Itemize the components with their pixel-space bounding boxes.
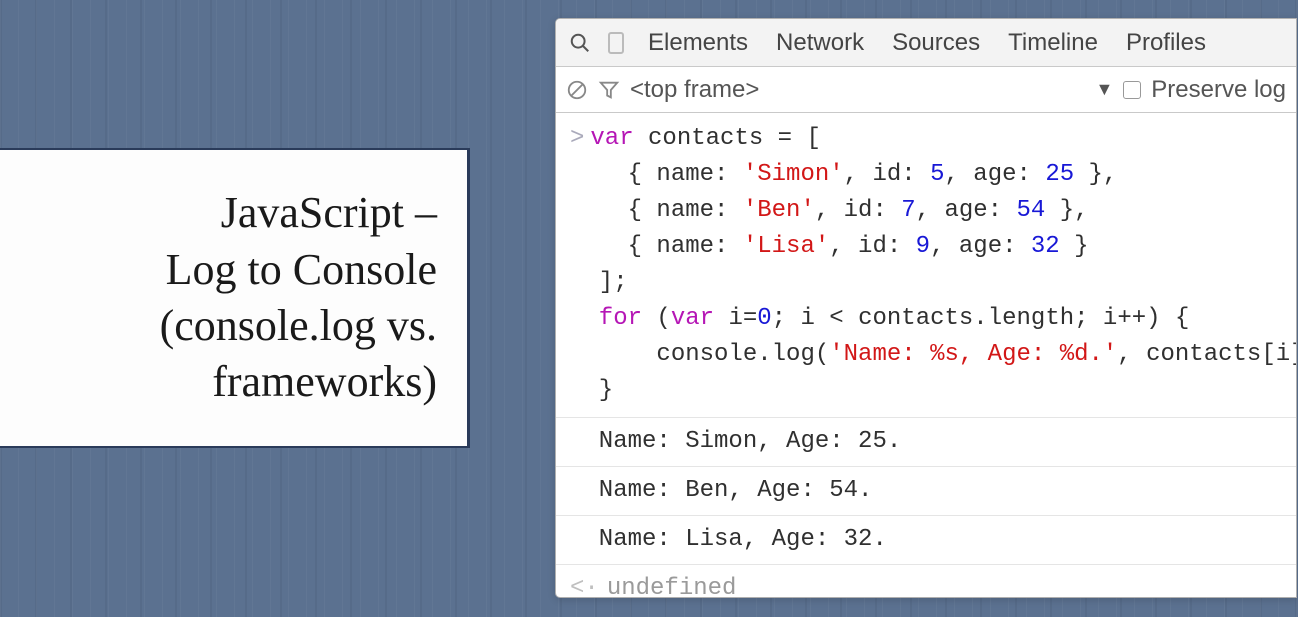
title-line-4: frameworks) — [212, 357, 437, 406]
chevron-down-icon[interactable]: ▼ — [1095, 79, 1113, 100]
console-output-line: Name: Ben, Age: 54. — [556, 467, 1296, 516]
tab-timeline[interactable]: Timeline — [996, 29, 1110, 57]
tab-elements[interactable]: Elements — [636, 29, 760, 57]
devtools-tabbar: Elements Network Sources Timeline Profil… — [556, 19, 1296, 67]
return-value: undefined — [607, 575, 737, 598]
filter-icon[interactable] — [598, 79, 620, 101]
console-filterbar: <top frame> ▼ Preserve log — [556, 67, 1296, 113]
console-body: >var contacts = [ { name: 'Simon', id: 5… — [556, 113, 1296, 598]
tab-profiles[interactable]: Profiles — [1114, 29, 1218, 57]
frame-selector[interactable]: <top frame> — [630, 76, 759, 104]
tab-network[interactable]: Network — [764, 29, 876, 57]
clear-console-icon[interactable] — [566, 79, 588, 101]
preserve-log-checkbox[interactable] — [1123, 81, 1141, 99]
title-line-1: JavaScript – — [221, 188, 437, 237]
return-caret-icon: <· — [570, 575, 599, 598]
title-text: JavaScript – Log to Console (console.log… — [160, 185, 437, 410]
console-output-line: Name: Lisa, Age: 32. — [556, 516, 1296, 565]
tab-sources[interactable]: Sources — [880, 29, 992, 57]
title-line-3: (console.log vs. — [160, 301, 437, 350]
input-caret-icon: > — [570, 125, 584, 152]
title-card: JavaScript – Log to Console (console.log… — [0, 148, 470, 448]
device-icon[interactable] — [600, 31, 632, 55]
search-icon[interactable] — [564, 32, 596, 54]
console-input-code: >var contacts = [ { name: 'Simon', id: 5… — [556, 119, 1296, 418]
preserve-log-label: Preserve log — [1151, 76, 1286, 104]
console-return-line: <· undefined — [556, 565, 1296, 598]
console-output-line: Name: Simon, Age: 25. — [556, 418, 1296, 467]
title-line-2: Log to Console — [166, 245, 437, 294]
devtools-panel: Elements Network Sources Timeline Profil… — [555, 18, 1297, 598]
